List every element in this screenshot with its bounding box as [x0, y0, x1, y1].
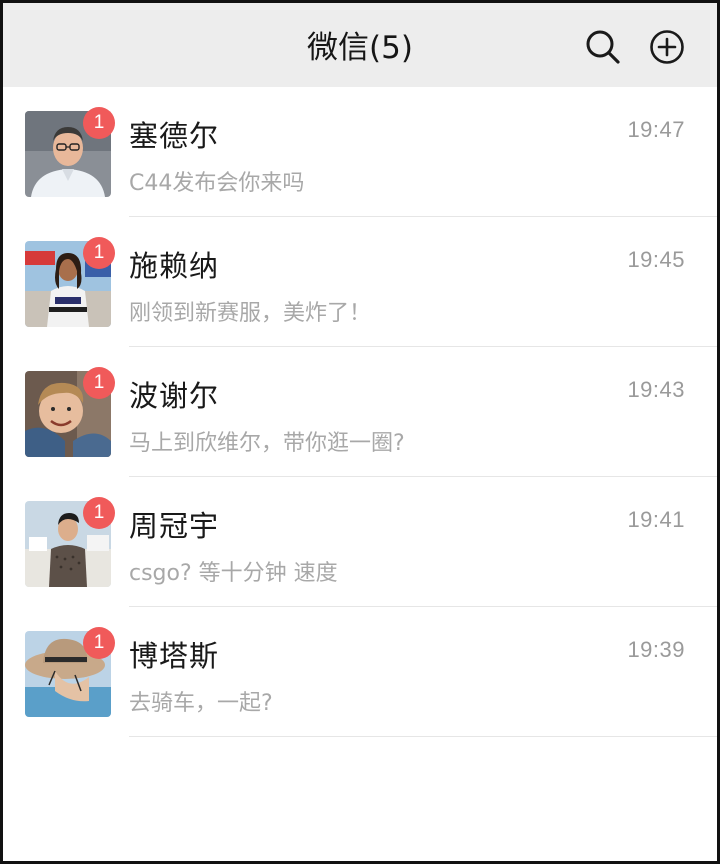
add-circle-icon: [650, 30, 684, 64]
avatar-container: 1: [25, 367, 115, 457]
search-icon: [586, 30, 620, 64]
chat-item-zhou-guanyu[interactable]: 1 周冠宇 19:41 csgo? 等十分钟 速度: [3, 477, 717, 607]
message-time: 19:47: [627, 117, 685, 142]
message-time: 19:41: [627, 507, 685, 532]
wechat-screen: 微信(5) 1 塞德尔 19:47 C44发布会你来吗 1 施赖纳 19:45 …: [0, 0, 720, 864]
message-time: 19:39: [627, 637, 685, 662]
contact-name: 施赖纳: [129, 249, 220, 283]
contact-name: 周冠宇: [129, 509, 220, 543]
message-preview: 刚领到新赛服，美炸了！: [129, 301, 372, 326]
message-preview: C44发布会你来吗: [129, 171, 305, 196]
message-preview: 马上到欣维尔，带你逛一圈?: [129, 431, 405, 456]
chat-item-seidl[interactable]: 1 塞德尔 19:47 C44发布会你来吗: [3, 87, 717, 217]
avatar-container: 1: [25, 627, 115, 717]
message-preview: 去骑车，一起?: [129, 691, 273, 716]
top-bar: 微信(5): [3, 3, 717, 87]
add-button[interactable]: [647, 27, 687, 67]
chat-item-schreiner[interactable]: 1 施赖纳 19:45 刚领到新赛服，美炸了！: [3, 217, 717, 347]
contact-name: 博塔斯: [129, 639, 220, 673]
unread-badge: 1: [83, 367, 115, 399]
avatar-container: 1: [25, 237, 115, 327]
chat-list: 1 塞德尔 19:47 C44发布会你来吗 1 施赖纳 19:45 刚领到新赛服…: [3, 87, 717, 737]
message-time: 19:45: [627, 247, 685, 272]
divider: [129, 736, 717, 737]
search-button[interactable]: [583, 27, 623, 67]
chat-item-porscher[interactable]: 1 波谢尔 19:43 马上到欣维尔，带你逛一圈?: [3, 347, 717, 477]
unread-badge: 1: [83, 107, 115, 139]
chat-item-bottas[interactable]: 1 博塔斯 19:39 去骑车，一起?: [3, 607, 717, 737]
message-time: 19:43: [627, 377, 685, 402]
unread-badge: 1: [83, 237, 115, 269]
avatar-container: 1: [25, 107, 115, 197]
message-preview: csgo? 等十分钟 速度: [129, 561, 338, 586]
unread-badge: 1: [83, 497, 115, 529]
unread-badge: 1: [83, 627, 115, 659]
contact-name: 塞德尔: [129, 119, 220, 153]
contact-name: 波谢尔: [129, 379, 220, 413]
avatar-container: 1: [25, 497, 115, 587]
